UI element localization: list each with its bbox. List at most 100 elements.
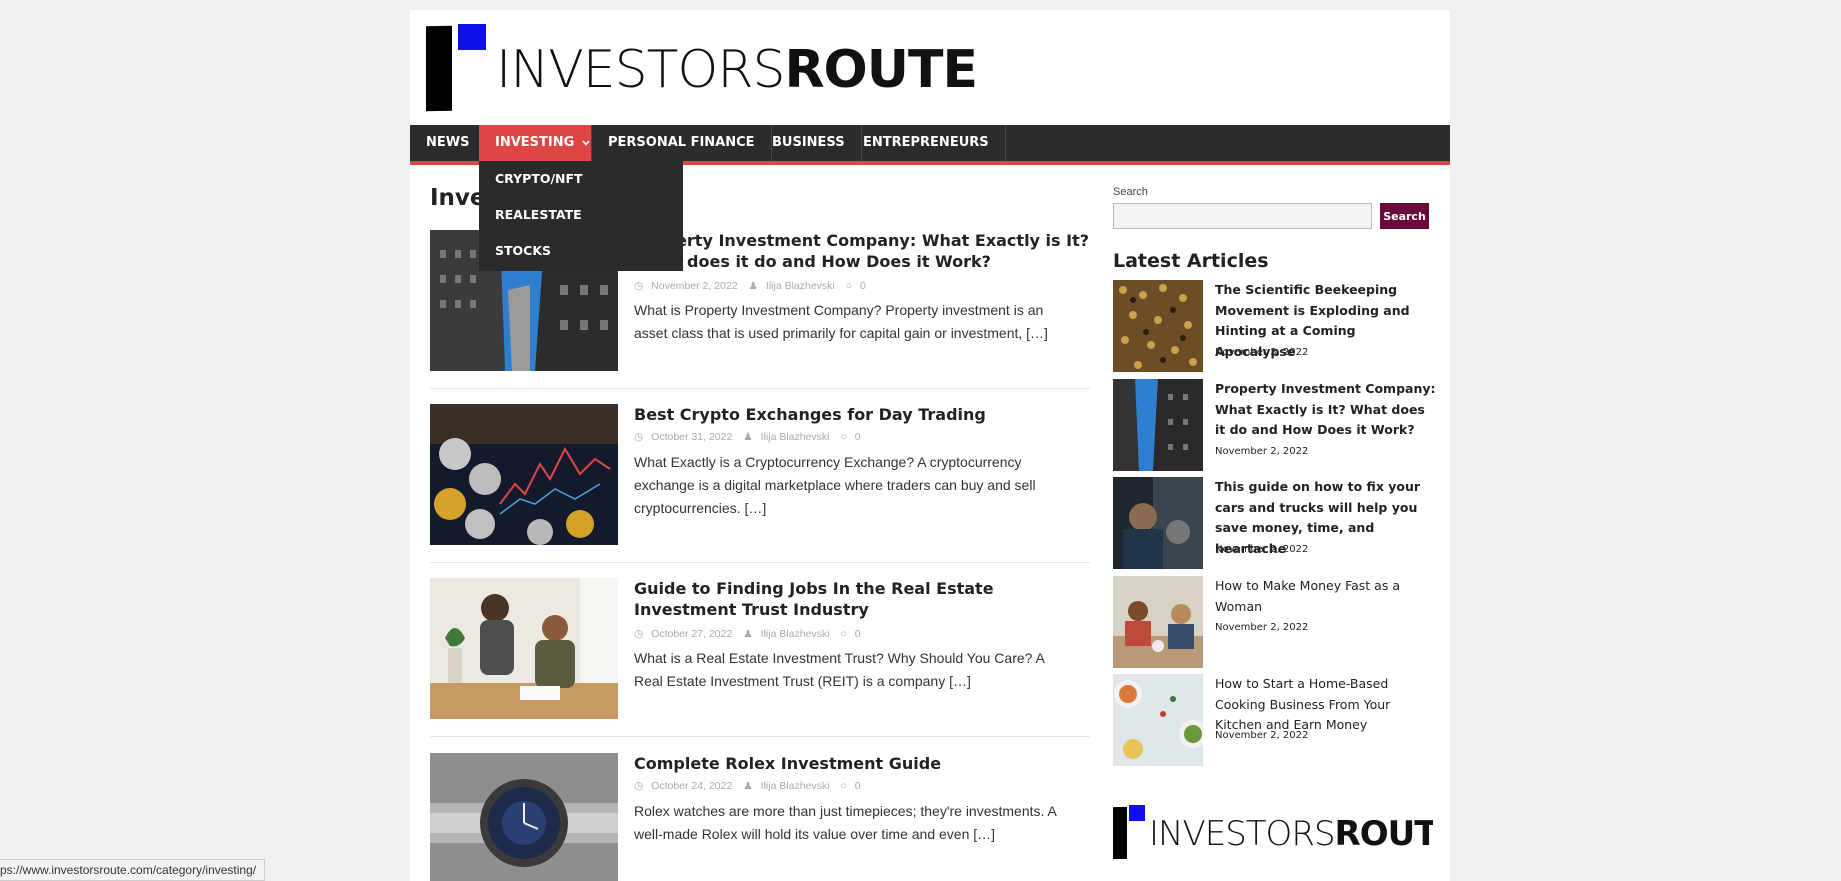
nav-label: PERSONAL FINANCE bbox=[608, 135, 755, 150]
read-more-link[interactable]: […] bbox=[973, 826, 995, 842]
dropdown-item-stocks[interactable]: STOCKS bbox=[479, 233, 683, 269]
comment-icon: ○ bbox=[840, 431, 847, 443]
comment-icon: ○ bbox=[840, 780, 847, 792]
site-header: INVESTORSROUTE bbox=[410, 10, 1450, 125]
post-date: October 27, 2022 bbox=[651, 628, 733, 640]
browser-status-bar: ps://www.investorsroute.com/category/inv… bbox=[0, 859, 266, 881]
latest-article-thumbnail-women[interactable] bbox=[1113, 576, 1203, 668]
user-icon: ♟ bbox=[748, 280, 758, 292]
latest-article-date: November 2, 2022 bbox=[1215, 622, 1309, 633]
nav-item-investing[interactable]: INVESTING bbox=[479, 125, 592, 161]
post-divider bbox=[430, 736, 1090, 737]
nav-item-business[interactable]: BUSINESS bbox=[756, 125, 862, 161]
read-more-link[interactable]: […] bbox=[1026, 325, 1048, 341]
post-comments[interactable]: 0 bbox=[855, 780, 861, 792]
logo-text: INVESTORSROUTE bbox=[496, 44, 978, 96]
post-excerpt: What Exactly is a Cryptocurrency Exchang… bbox=[634, 451, 1074, 520]
post-title[interactable]: Guide to Finding Jobs In the Real Estate… bbox=[634, 578, 1090, 620]
post-excerpt: Rolex watches are more than just timepie… bbox=[634, 800, 1074, 846]
excerpt-text: What is Property Investment Company? Pro… bbox=[634, 302, 1044, 341]
post-author[interactable]: Ilija Blazhevski bbox=[761, 431, 830, 443]
post-comments[interactable]: 0 bbox=[855, 628, 861, 640]
post-item: Best Crypto Exchanges for Day Trading ◷ O… bbox=[430, 404, 1090, 546]
sidebar-logo[interactable]: INVESTORSROUTE bbox=[1113, 805, 1433, 865]
post-excerpt: What is a Real Estate Investment Trust? … bbox=[634, 647, 1074, 693]
latest-article-date: November 2, 2022 bbox=[1215, 730, 1309, 741]
nav-label: NEWS bbox=[426, 135, 470, 150]
latest-article-date: November 2, 2022 bbox=[1215, 446, 1309, 457]
post-item: Guide to Finding Jobs In the Real Estate… bbox=[430, 578, 1090, 720]
post-meta: ◷ October 27, 2022 ♟ Ilija Blazhevski ○ 0 bbox=[634, 628, 869, 640]
page: INVESTORSROUTE NEWS INVESTING PERSONAL F… bbox=[410, 10, 1450, 881]
post-date: November 2, 2022 bbox=[651, 280, 738, 292]
comment-icon: ○ bbox=[840, 628, 847, 640]
post-thumbnail-couple[interactable] bbox=[430, 578, 618, 719]
logo-bar bbox=[426, 25, 452, 112]
clock-icon: ◷ bbox=[634, 780, 644, 792]
logo-text-bold: ROUTE bbox=[784, 40, 978, 100]
latest-article-item: How to Make Money Fast as a Woman Novemb… bbox=[1113, 576, 1433, 668]
dropdown-item-crypto-nft[interactable]: CRYPTO/NFT bbox=[479, 161, 683, 197]
post-excerpt: What is Property Investment Company? Pro… bbox=[634, 299, 1074, 345]
logo-text: INVESTORSROUTE bbox=[1149, 817, 1433, 851]
post-comments[interactable]: 0 bbox=[855, 431, 861, 443]
latest-article-date: November 2, 2022 bbox=[1215, 544, 1309, 555]
logo-bar bbox=[1113, 806, 1127, 860]
search-button[interactable]: Search bbox=[1380, 203, 1429, 229]
nav-label: BUSINESS bbox=[772, 135, 845, 150]
post-author[interactable]: Ilija Blazhevski bbox=[761, 628, 830, 640]
logo-text-bold: ROUTE bbox=[1334, 814, 1433, 854]
comment-icon: ○ bbox=[845, 280, 853, 292]
site-logo[interactable]: INVESTORSROUTE bbox=[426, 24, 978, 112]
latest-article-date: November 3, 2022 bbox=[1215, 347, 1309, 358]
nav-item-news[interactable]: NEWS bbox=[410, 125, 487, 161]
latest-article-thumbnail-buildings[interactable] bbox=[1113, 379, 1203, 471]
nav-item-personal-finance[interactable]: PERSONAL FINANCE bbox=[592, 125, 772, 161]
post-thumbnail-crypto[interactable] bbox=[430, 404, 618, 545]
nav-item-entrepreneurs[interactable]: ENTREPRENEURS bbox=[847, 125, 1006, 161]
read-more-link[interactable]: […] bbox=[744, 500, 766, 516]
latest-article-title[interactable]: How to Make Money Fast as a Woman bbox=[1215, 576, 1437, 617]
latest-article-thumbnail-car-repair[interactable] bbox=[1113, 477, 1203, 569]
latest-article-thumbnail-bees[interactable] bbox=[1113, 280, 1203, 372]
latest-article-thumbnail-cooking[interactable] bbox=[1113, 674, 1203, 766]
clock-icon: ◷ bbox=[634, 628, 644, 640]
latest-article-title[interactable]: How to Start a Home-Based Cooking Busine… bbox=[1215, 674, 1437, 736]
post-meta: ◷ October 24, 2022 ♟ Ilija Blazhevski ○ 0 bbox=[634, 780, 869, 792]
latest-article-item: Property Investment Company: What Exactl… bbox=[1113, 379, 1436, 471]
search-input[interactable] bbox=[1113, 203, 1372, 229]
latest-articles-title: Latest Articles bbox=[1113, 250, 1269, 272]
post-date: October 24, 2022 bbox=[651, 780, 733, 792]
post-item: Complete Rolex Investment Guide ◷ October… bbox=[430, 753, 1090, 881]
post-author[interactable]: Ilija Blazhevski bbox=[761, 780, 830, 792]
post-divider bbox=[430, 388, 1090, 389]
chevron-down-icon bbox=[578, 138, 590, 149]
search-label: Search bbox=[1113, 186, 1148, 198]
clock-icon: ◷ bbox=[634, 280, 644, 292]
user-icon: ♟ bbox=[743, 431, 753, 443]
nav-label: ENTREPRENEURS bbox=[863, 135, 989, 150]
post-title[interactable]: Property Investment Company: What Exactl… bbox=[634, 230, 1090, 272]
user-icon: ♟ bbox=[743, 628, 753, 640]
clock-icon: ◷ bbox=[634, 431, 644, 443]
user-icon: ♟ bbox=[743, 780, 753, 792]
logo-flag bbox=[1129, 805, 1145, 821]
latest-article-item: How to Start a Home-Based Cooking Busine… bbox=[1113, 674, 1433, 766]
post-thumbnail-rolex[interactable] bbox=[430, 753, 618, 881]
post-title[interactable]: Complete Rolex Investment Guide bbox=[634, 753, 1090, 774]
post-title[interactable]: Best Crypto Exchanges for Day Trading bbox=[634, 404, 1090, 425]
dropdown-item-realestate[interactable]: REALESTATE bbox=[479, 197, 683, 233]
logo-text-light: INVESTORS bbox=[1149, 814, 1336, 854]
post-comments[interactable]: 0 bbox=[860, 280, 866, 292]
latest-article-title[interactable]: Property Investment Company: What Exactl… bbox=[1215, 379, 1437, 441]
post-meta: ◷ October 31, 2022 ♟ Ilija Blazhevski ○ 0 bbox=[634, 431, 869, 443]
read-more-link[interactable]: […] bbox=[949, 673, 971, 689]
latest-article-item: This guide on how to fix your cars and t… bbox=[1113, 477, 1433, 569]
investing-dropdown: CRYPTO/NFT REALESTATE STOCKS bbox=[479, 161, 683, 271]
post-meta: ◷ November 2, 2022 ♟ Ilija Blazhevski ○ 0 bbox=[634, 280, 874, 292]
logo-flag bbox=[458, 24, 486, 50]
logo-text-light: INVESTORS bbox=[496, 40, 786, 100]
nav-label: INVESTING bbox=[495, 135, 575, 150]
excerpt-text: What Exactly is a Cryptocurrency Exchang… bbox=[634, 454, 1036, 516]
post-author[interactable]: Ilija Blazhevski bbox=[766, 280, 835, 292]
